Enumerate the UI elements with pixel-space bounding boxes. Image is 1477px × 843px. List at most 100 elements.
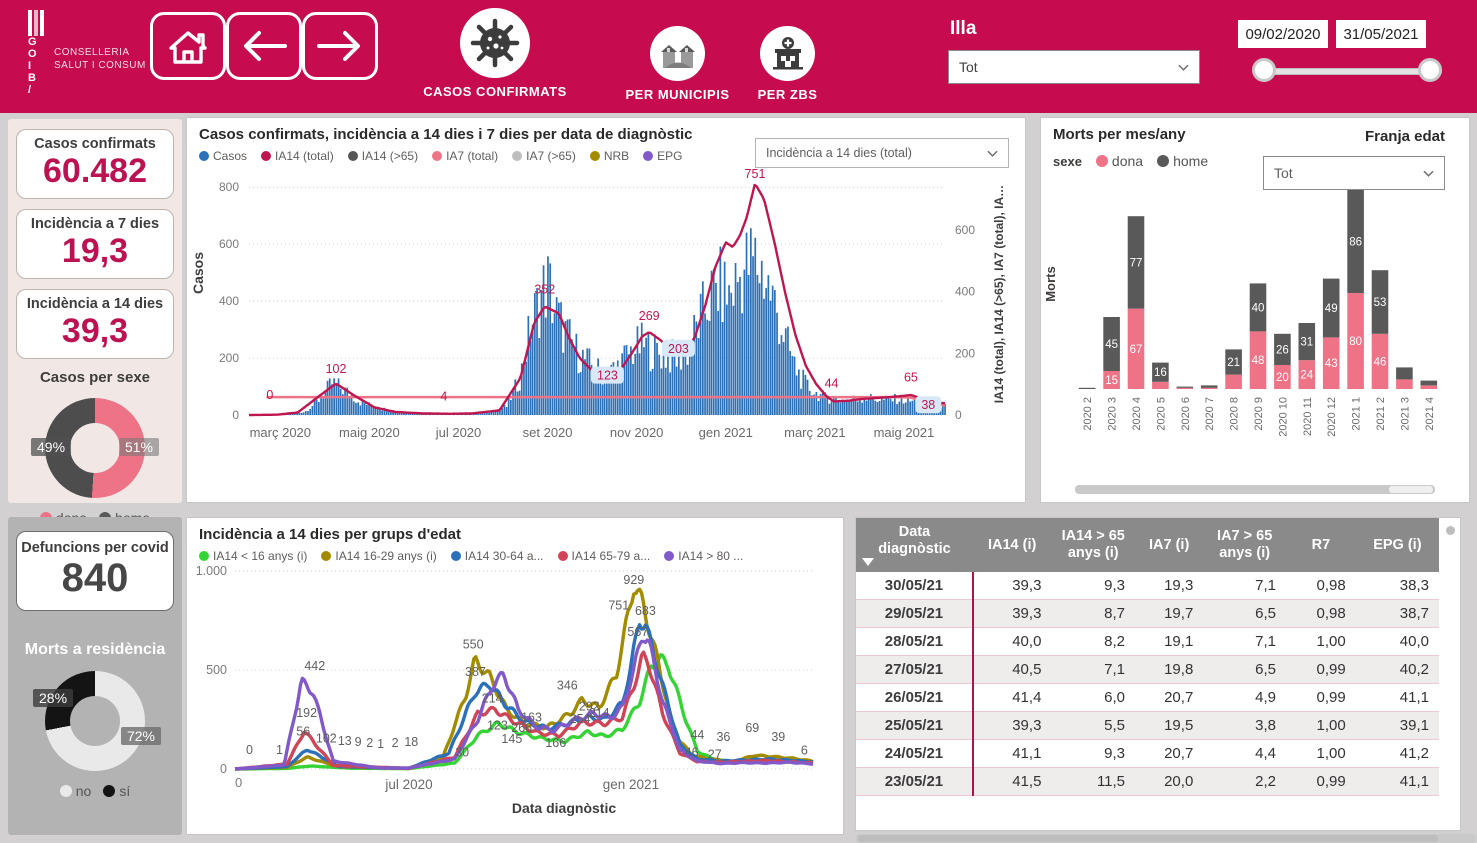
main-legend-item-3[interactable]: IA7 (total)	[432, 149, 498, 163]
table-cell: 29/05/21	[856, 600, 973, 628]
column-header-5[interactable]: R7	[1286, 518, 1356, 572]
casos-per-sexe-donut[interactable]: 49% 51%	[45, 398, 145, 498]
page-horizontal-scrollbar[interactable]	[856, 834, 1476, 843]
table-cell: 41,5	[973, 768, 1052, 796]
morts-residencia-title: Morts a residència	[8, 641, 182, 659]
age-legend-item-1[interactable]: IA14 16-29 anys (i)	[321, 549, 436, 563]
table-row[interactable]: 29/05/2139,38,719,76,50,9838,7	[856, 600, 1439, 628]
date-start-field[interactable]: 09/02/2020	[1238, 20, 1328, 48]
svg-text:44: 44	[690, 728, 704, 742]
column-header-0[interactable]: Datadiagnòstic	[856, 518, 973, 572]
column-header-2[interactable]: IA14 > 65anys (i)	[1051, 518, 1135, 572]
morts-panel: Morts per mes/any Franja edat Tot sexe d…	[1040, 117, 1470, 503]
column-header-1[interactable]: IA14 (i)	[973, 518, 1052, 572]
casos-bars[interactable]	[283, 228, 946, 415]
legend-no[interactable]: no	[60, 783, 92, 799]
table-vertical-scrollbar[interactable]	[1446, 526, 1455, 535]
svg-text:442: 442	[304, 659, 325, 673]
illa-select-value: Tot	[959, 59, 978, 75]
svg-text:2020 5: 2020 5	[1155, 397, 1167, 431]
column-header-6[interactable]: EPG (i)	[1356, 518, 1439, 572]
legend-si[interactable]: sí	[103, 783, 130, 799]
table-row[interactable]: 25/05/2139,35,519,53,81,0039,1	[856, 712, 1439, 740]
table-cell: 2,2	[1203, 768, 1286, 796]
main-legend-item-6[interactable]: EPG	[643, 149, 682, 163]
age-legend-item-4[interactable]: IA14 > 80 ...	[664, 549, 743, 563]
legend-home[interactable]: home	[1157, 153, 1208, 169]
morts-bars[interactable]: 2020 215452020 367772020 4162020 52020 6…	[1079, 190, 1437, 437]
morts-horizontal-scrollbar[interactable]	[1075, 485, 1435, 494]
kpi-value: 840	[19, 556, 171, 600]
main-legend-item-0[interactable]: Casos	[199, 149, 247, 163]
svg-text:24: 24	[1300, 370, 1313, 382]
table-cell: 7,1	[1203, 572, 1286, 600]
virus-icon	[460, 8, 530, 78]
kpi-sidebar: Casos confirmats 60.482 Incidència a 7 d…	[8, 119, 182, 503]
table-cell: 19,1	[1135, 628, 1203, 656]
table-row[interactable]: 30/05/2139,39,319,37,10,9838,3	[856, 572, 1439, 600]
table-cell: 41,1	[1356, 684, 1439, 712]
main-legend-item-5[interactable]: NRB	[590, 149, 629, 163]
morts-residencia-donut[interactable]: 28% 72%	[45, 671, 145, 771]
table-row[interactable]: 24/05/2141,19,320,74,41,0041,2	[856, 740, 1439, 768]
kpi-title: Casos confirmats	[19, 136, 171, 152]
table-cell: 38,7	[1356, 600, 1439, 628]
back-button[interactable]	[226, 12, 302, 80]
main-legend-item-2[interactable]: IA14 (>65)	[348, 149, 418, 163]
svg-text:set 2020: set 2020	[523, 425, 573, 440]
svg-text:Casos: Casos	[190, 252, 206, 294]
table-row[interactable]: 26/05/2141,46,020,74,90,9941,1	[856, 684, 1439, 712]
column-header-4[interactable]: IA7 > 65anys (i)	[1203, 518, 1286, 572]
menu-per-municipis[interactable]: PER MUNICIPIS	[620, 26, 735, 102]
forward-button[interactable]	[302, 12, 378, 80]
home-button[interactable]	[150, 12, 226, 80]
svg-text:gen 2021: gen 2021	[699, 425, 753, 440]
svg-text:març 2021: març 2021	[784, 425, 845, 440]
legend-dona[interactable]: dona	[1096, 153, 1143, 169]
date-end-field[interactable]: 31/05/2021	[1336, 20, 1426, 48]
sexe-label: sexe	[1053, 154, 1082, 169]
svg-text:Data diagnòstic: Data diagnòstic	[512, 800, 616, 816]
kpi-incidencia-14: Incidència a 14 dies 39,3	[16, 289, 174, 359]
age-x-axis: 0jul 2020gen 2021Data diagnòstic	[235, 775, 659, 816]
column-header-3[interactable]: IA7 (i)	[1135, 518, 1203, 572]
table-cell: 40,0	[973, 628, 1052, 656]
table-cell: 8,7	[1051, 600, 1135, 628]
kpi-title: Defuncions per covid	[19, 540, 171, 556]
legend-dot	[261, 151, 271, 161]
main-chart-visual[interactable]: 02004006008000200400600CasosIA14 (total)…	[187, 163, 1023, 481]
illa-select[interactable]: Tot	[948, 50, 1200, 84]
age-legend-item-2[interactable]: IA14 30-64 a...	[451, 549, 544, 563]
svg-text:2021 1: 2021 1	[1351, 397, 1363, 431]
table-row[interactable]: 28/05/2140,08,219,17,11,0040,0	[856, 628, 1439, 656]
svg-text:166: 166	[545, 736, 566, 750]
age-legend-item-3[interactable]: IA14 65-79 a...	[558, 549, 651, 563]
svg-text:200: 200	[219, 351, 239, 365]
menu-per-zbs[interactable]: PER ZBS	[745, 26, 830, 102]
date-range-slider[interactable]	[1262, 68, 1442, 75]
svg-text:567: 567	[627, 625, 648, 639]
svg-text:gen 2021: gen 2021	[603, 777, 659, 792]
range-slider-handle-start[interactable]	[1252, 58, 1276, 82]
donut-label-dona: 51%	[119, 438, 159, 456]
table-cell: 6,5	[1203, 600, 1286, 628]
age-chart-visual[interactable]: 05001.0000144219256102139212183055038721…	[187, 563, 839, 825]
main-legend-item-1[interactable]: IA14 (total)	[261, 149, 334, 163]
franja-edat-select[interactable]: Tot	[1263, 156, 1445, 190]
table-cell: 41,1	[1356, 768, 1439, 796]
age-legend-item-0[interactable]: IA14 < 16 anys (i)	[199, 549, 307, 563]
table-row[interactable]: 27/05/2140,57,119,86,50,9940,2	[856, 656, 1439, 684]
menu-casos-confirmats[interactable]: CASOS CONFIRMATS	[420, 8, 570, 99]
svg-text:jul 2020: jul 2020	[435, 425, 482, 440]
svg-text:nov 2020: nov 2020	[610, 425, 664, 440]
morts-chart-visual[interactable]: Morts2020 215452020 367772020 4162020 52…	[1041, 171, 1465, 461]
main-chart-measure-dropdown[interactable]: Incidència a 14 dies (total)	[755, 138, 1009, 168]
legend-dot	[199, 151, 209, 161]
incidence-table: DatadiagnòsticIA14 (i)IA14 > 65anys (i)I…	[856, 518, 1439, 796]
donut-label-home: 49%	[31, 438, 71, 456]
range-slider-handle-end[interactable]	[1418, 58, 1442, 82]
table-cell: 27/05/21	[856, 656, 973, 684]
age-line-2[interactable]	[235, 625, 813, 769]
table-row[interactable]: 23/05/2141,511,520,02,20,9941,1	[856, 768, 1439, 796]
main-legend-item-4[interactable]: IA7 (>65)	[512, 149, 576, 163]
